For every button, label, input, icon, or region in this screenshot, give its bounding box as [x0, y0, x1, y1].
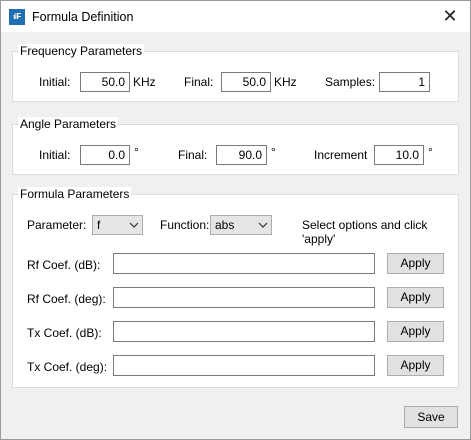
tx-coef-db-label: Tx Coef. (dB): — [27, 326, 102, 340]
frequency-samples-input[interactable]: 1 — [379, 72, 430, 92]
frequency-parameters-group: Frequency Parameters Initial: 50.0 KHz F… — [12, 44, 459, 102]
rf-coef-db-label: Rf Coef. (dB): — [27, 258, 101, 272]
frequency-samples-label: Samples: — [325, 75, 376, 89]
function-label: Function: — [160, 218, 210, 232]
tx-coef-deg-apply-button[interactable]: Apply — [387, 355, 444, 376]
rf-coef-deg-input[interactable] — [113, 287, 375, 308]
formula-parameters-group: Formula Parameters Parameter: f Function… — [12, 187, 459, 388]
tx-coef-db-apply-button[interactable]: Apply — [387, 321, 444, 342]
angle-final-input[interactable]: 90.0 — [216, 145, 267, 165]
parameter-select[interactable]: f — [92, 215, 143, 235]
frequency-final-input[interactable]: 50.0 — [221, 72, 271, 92]
rf-coef-deg-apply-button[interactable]: Apply — [387, 287, 444, 308]
formula-parameters-legend: Formula Parameters — [18, 187, 132, 201]
tx-coef-deg-input[interactable] — [113, 355, 375, 376]
frequency-initial-unit: KHz — [133, 75, 156, 89]
angle-increment-input[interactable]: 10.0 — [374, 145, 424, 165]
rf-coef-db-input[interactable] — [113, 253, 375, 274]
angle-initial-input[interactable]: 0.0 — [80, 145, 130, 165]
parameter-label: Parameter: — [27, 218, 87, 232]
angle-initial-label: Initial: — [39, 148, 71, 162]
frequency-initial-input[interactable]: 50.0 — [80, 72, 130, 92]
angle-increment-label: Increment — [314, 148, 368, 162]
frequency-final-unit: KHz — [274, 75, 297, 89]
rf-coef-db-apply-button[interactable]: Apply — [387, 253, 444, 274]
frequency-parameters-legend: Frequency Parameters — [18, 44, 145, 58]
function-select-value: abs — [215, 218, 235, 232]
chevron-down-icon — [129, 222, 139, 228]
rf-coef-deg-label: Rf Coef. (deg): — [27, 292, 106, 306]
angle-initial-unit: ° — [134, 145, 139, 159]
tx-coef-deg-label: Tx Coef. (deg): — [27, 360, 108, 374]
title-bar: ıiF Formula Definition ✕ — [1, 1, 470, 32]
frequency-final-label: Final: — [184, 75, 214, 89]
angle-parameters-group: Angle Parameters Initial: 0.0 ° Final: 9… — [12, 117, 459, 175]
app-icon: ıiF — [9, 9, 25, 25]
angle-increment-unit: ° — [428, 145, 433, 159]
angle-final-label: Final: — [178, 148, 208, 162]
window-title: Formula Definition — [32, 10, 134, 24]
frequency-initial-label: Initial: — [39, 75, 71, 89]
tx-coef-db-input[interactable] — [113, 321, 375, 342]
close-button[interactable]: ✕ — [430, 1, 470, 32]
parameter-select-value: f — [97, 218, 101, 232]
save-button[interactable]: Save — [404, 406, 458, 428]
angle-parameters-legend: Angle Parameters — [18, 117, 119, 131]
angle-final-unit: ° — [271, 145, 276, 159]
chevron-down-icon — [258, 222, 268, 228]
function-select[interactable]: abs — [210, 215, 272, 235]
formula-hint: Select options and click 'apply' — [302, 218, 428, 246]
formula-definition-window: ıiF Formula Definition ✕ Frequency Param… — [0, 0, 471, 440]
